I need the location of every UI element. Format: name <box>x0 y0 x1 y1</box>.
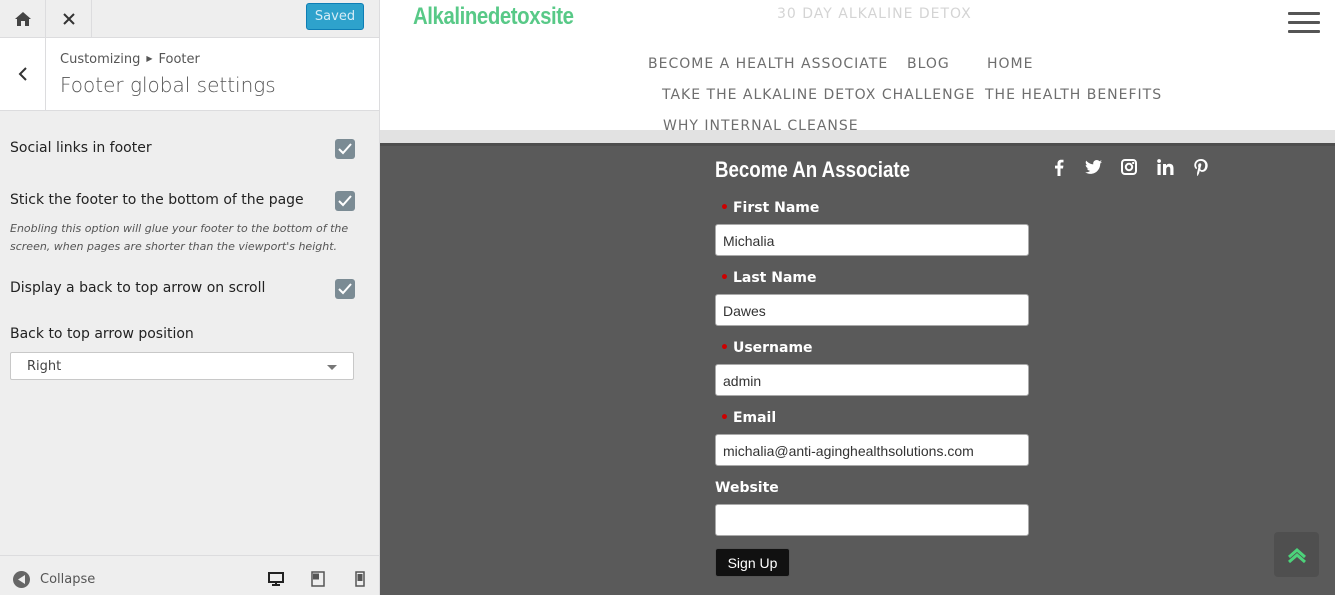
form-title: Become An Associate <box>715 157 911 182</box>
back-to-top-checkbox[interactable] <box>335 279 355 299</box>
chevron-left-icon <box>18 67 27 81</box>
sticky-footer-description: Enobling this option will glue your foot… <box>10 222 349 253</box>
home-icon <box>14 12 31 26</box>
chevron-up-icon <box>1287 547 1306 563</box>
arrow-position-label: Back to top arrow position <box>10 326 194 342</box>
social-links-checkbox[interactable] <box>335 139 355 159</box>
first-name-label: • First Name <box>720 200 820 216</box>
home-button[interactable] <box>0 0 46 38</box>
customizer-screen: Saved Customizing ▶ Footer Footer global s… <box>0 0 1335 595</box>
nav-item-become-associate[interactable]: BECOME A HEALTH ASSOCIATE <box>648 56 888 72</box>
mobile-preview-icon[interactable] <box>352 571 368 587</box>
username-input[interactable]: admin <box>715 364 1029 396</box>
last-name-input[interactable]: Dawes <box>715 294 1029 326</box>
website-input[interactable] <box>715 504 1029 536</box>
nav-item-detox-challenge[interactable]: TAKE THE ALKALINE DETOX CHALLENGE <box>662 87 975 103</box>
website-label: Website <box>715 480 779 496</box>
desktop-preview-icon[interactable] <box>268 571 284 587</box>
linkedin-icon[interactable] <box>1156 158 1174 176</box>
nav-item-health-benefits[interactable]: THE HEALTH BENEFITS <box>985 87 1162 103</box>
site-logo[interactable]: Alkalinedetoxsite <box>413 3 574 31</box>
customizer-footer-bar: Collapse <box>0 555 379 595</box>
username-label: • Username <box>720 340 813 356</box>
arrow-position-select[interactable]: Right <box>10 352 354 380</box>
breadcrumb: Customizing ▶ Footer <box>60 52 200 67</box>
sticky-footer-label: Stick the footer to the bottom of the pa… <box>10 192 304 208</box>
required-marker: • <box>720 410 729 426</box>
hamburger-menu-icon[interactable] <box>1288 12 1320 34</box>
required-marker: • <box>720 200 729 216</box>
social-links-control: Social links in footer <box>10 139 355 159</box>
required-marker: • <box>720 270 729 286</box>
collapse-icon <box>13 571 30 588</box>
header-divider <box>380 130 1335 146</box>
back-button[interactable] <box>0 38 46 110</box>
required-marker: • <box>720 340 729 356</box>
email-label: • Email <box>720 410 777 426</box>
social-links-label: Social links in footer <box>10 140 152 156</box>
breadcrumb-current: Footer <box>158 52 200 67</box>
customizer-topbar: Saved <box>0 0 379 38</box>
instagram-icon[interactable] <box>1120 158 1138 176</box>
sticky-footer-checkbox[interactable] <box>335 191 355 211</box>
back-to-top-control: Display a back to top arrow on scroll <box>10 279 355 299</box>
arrow-position-value: Right <box>27 359 62 374</box>
section-title: Footer global settings <box>60 73 276 97</box>
site-preview: Alkalinedetoxsite 30 DAY ALKALINE DETOX … <box>380 0 1335 595</box>
arrow-position-control: Back to top arrow position <box>10 326 355 342</box>
nav-item-blog[interactable]: BLOG <box>907 56 950 72</box>
checkmark-icon <box>338 283 352 295</box>
tablet-preview-icon[interactable] <box>310 571 326 587</box>
section-header: Customizing ▶ Footer Footer global setting… <box>0 38 379 111</box>
email-input[interactable]: michalia@anti-aginghealthsolutions.com <box>715 434 1029 466</box>
breadcrumb-root: Customizing <box>60 52 141 67</box>
back-to-top-label: Display a back to top arrow on scroll <box>10 280 266 296</box>
collapse-button[interactable]: Collapse <box>13 571 95 588</box>
nav-item-home[interactable]: HOME <box>987 56 1033 72</box>
back-to-top-button[interactable] <box>1274 532 1319 577</box>
saved-button[interactable]: Saved <box>306 3 364 30</box>
breadcrumb-separator-icon: ▶ <box>146 54 153 63</box>
customizer-panel: Saved Customizing ▶ Footer Footer global s… <box>0 0 380 595</box>
pinterest-icon[interactable] <box>1192 158 1210 176</box>
site-header: Alkalinedetoxsite 30 DAY ALKALINE DETOX … <box>380 0 1335 134</box>
site-tagline: 30 DAY ALKALINE DETOX <box>777 6 972 22</box>
last-name-label: • Last Name <box>720 270 817 286</box>
checkmark-icon <box>338 195 352 207</box>
collapse-label: Collapse <box>40 572 96 587</box>
close-button[interactable] <box>46 0 92 38</box>
twitter-icon[interactable] <box>1084 158 1102 176</box>
sign-up-button[interactable]: Sign Up <box>715 548 790 577</box>
facebook-icon[interactable] <box>1050 158 1068 176</box>
first-name-input[interactable]: Michalia <box>715 224 1029 256</box>
close-icon <box>62 13 75 25</box>
checkmark-icon <box>338 143 352 155</box>
chevron-down-icon <box>327 365 337 370</box>
sticky-footer-control: Stick the footer to the bottom of the pa… <box>10 191 355 256</box>
